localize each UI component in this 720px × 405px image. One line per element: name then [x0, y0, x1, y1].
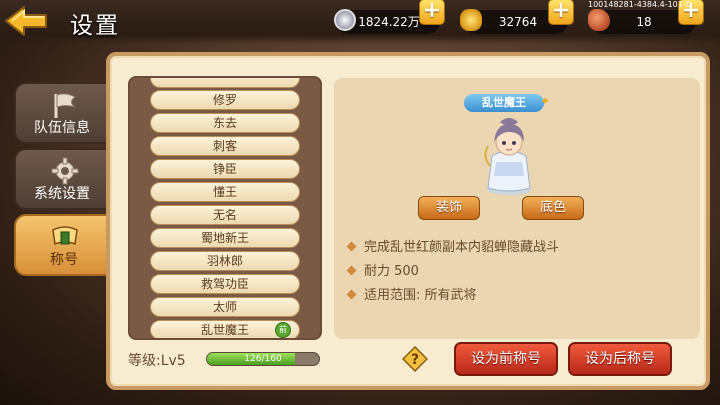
version-tag: 100148281-4384.4-101-0 — [588, 0, 691, 9]
list-item[interactable]: 无名 — [150, 205, 300, 225]
flag-icon — [54, 93, 76, 118]
list-item[interactable]: 救驾功臣 — [150, 274, 300, 294]
list-item[interactable]: 修罗 — [150, 90, 300, 110]
list-item[interactable]: 羽林郎 — [150, 251, 300, 271]
bg-color-button[interactable]: 底色 — [522, 196, 584, 220]
add-silver-button[interactable]: + — [419, 0, 445, 25]
list-item-partial[interactable] — [150, 78, 300, 88]
description-line: 耐力 500 — [346, 260, 419, 279]
description-line: 适用范围: 所有武将 — [346, 284, 477, 303]
tab-label: 称号 — [50, 252, 78, 268]
list-item[interactable]: 懂王 — [150, 182, 300, 202]
title-detail: 乱世魔王 ✦ 装饰 底色 完成乱世红颜副本内貂蝉隐藏战斗 耐力 500 适用范围… — [334, 78, 700, 339]
silver-value: 1824.22万 — [358, 15, 420, 29]
tab-label: 队伍信息 — [34, 120, 90, 136]
help-icon[interactable]: ? — [402, 346, 428, 372]
bullet-icon — [346, 289, 357, 300]
bullet-icon — [346, 265, 357, 276]
sparkle-icon: ✦ — [540, 94, 551, 108]
description-line: 完成乱世红颜副本内貂蝉隐藏战斗 — [346, 236, 559, 255]
level-label: 等级:Lv5 — [128, 353, 186, 369]
silver-coin-icon — [334, 9, 356, 31]
stamina-value: 18 — [636, 15, 652, 29]
tab-team-info[interactable]: 队伍信息 — [14, 82, 110, 144]
title-list[interactable]: 修罗 东去 刺客 铮臣 懂王 无名 蜀地新王 羽林郎 救驾功臣 太师 乱世魔王 … — [128, 76, 322, 340]
meat-icon — [588, 9, 610, 31]
selected-title-plate: 乱世魔王 — [464, 94, 544, 112]
character-avatar — [484, 118, 531, 195]
page-title: 设置 — [70, 13, 120, 39]
list-item[interactable]: 蜀地新王 — [150, 228, 300, 248]
set-prefix-title-button[interactable]: 设为前称号 — [454, 342, 558, 376]
tab-label: 系统设置 — [34, 186, 90, 202]
list-item[interactable]: 刺客 — [150, 136, 300, 156]
scroll-icon — [52, 226, 78, 246]
add-gold-button[interactable]: + — [548, 0, 574, 25]
back-button[interactable] — [4, 5, 50, 37]
gold-value: 32764 — [498, 15, 538, 29]
back-arrow-icon — [5, 6, 47, 36]
top-bar: 设置 1824.22万 + 32764 + 18 + 100148281-438… — [0, 0, 720, 44]
gear-icon — [51, 157, 79, 185]
decor-button[interactable]: 装饰 — [418, 196, 480, 220]
title-panel: 修罗 东去 刺客 铮臣 懂王 无名 蜀地新王 羽林郎 救驾功臣 太师 乱世魔王 … — [106, 52, 710, 390]
tab-title[interactable]: 称号 — [14, 214, 114, 276]
tab-system-settings[interactable]: 系统设置 — [14, 148, 110, 210]
list-item-label: 乱世魔王 — [200, 323, 249, 337]
set-suffix-title-button[interactable]: 设为后称号 — [568, 342, 672, 376]
list-item[interactable]: 东去 — [150, 113, 300, 133]
bullet-icon — [346, 241, 357, 252]
svg-text:?: ? — [411, 352, 419, 368]
equipped-badge: 前 — [275, 322, 291, 338]
xp-bar: 126/160 — [206, 352, 320, 366]
xp-text: 126/160 — [244, 354, 282, 364]
list-item[interactable]: 铮臣 — [150, 159, 300, 179]
list-item[interactable]: 太师 — [150, 297, 300, 317]
list-item-selected[interactable]: 乱世魔王 前 — [150, 320, 300, 338]
gold-ingot-icon — [460, 9, 482, 31]
